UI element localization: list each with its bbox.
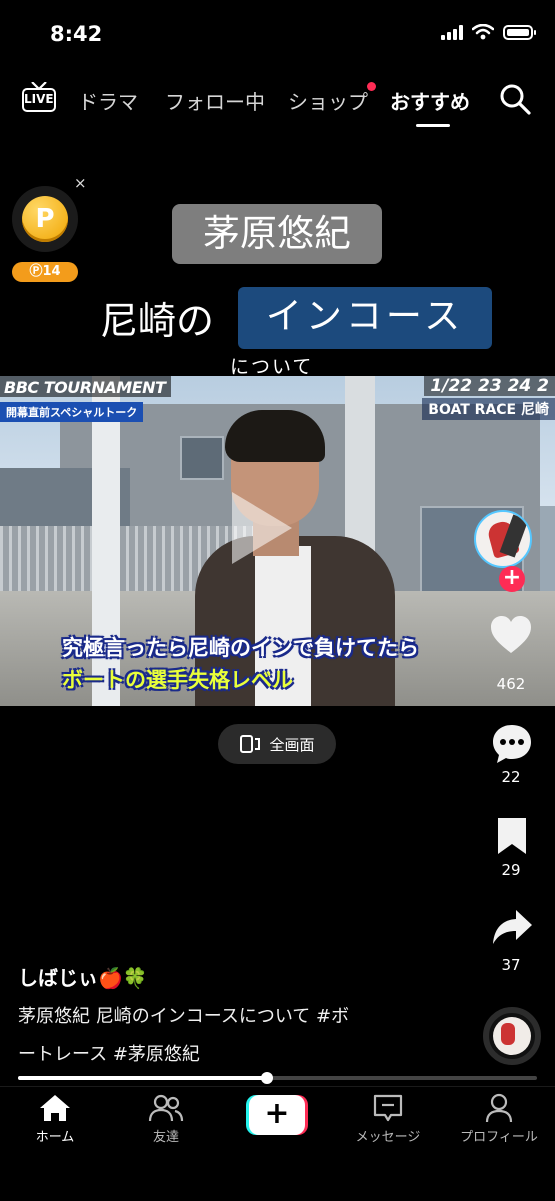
video-caption-line2: ボートの選手失格レベル	[62, 668, 293, 692]
wifi-icon	[472, 24, 494, 40]
search-icon[interactable]	[498, 82, 532, 116]
shop-notification-dot	[367, 82, 376, 91]
bookmark-icon[interactable]	[494, 816, 530, 856]
post-caption-line2: ートレース #茅原悠紀	[18, 1044, 200, 1065]
comment-icon[interactable]	[490, 722, 534, 766]
battery-icon	[503, 24, 536, 40]
play-icon[interactable]	[232, 492, 292, 564]
active-tab-indicator	[416, 124, 450, 127]
overlay-line3: について	[230, 356, 314, 378]
creator-avatar[interactable]	[474, 510, 532, 568]
bottom-nav: ホーム 友達 + メッセージ プロフィール	[0, 1086, 555, 1201]
heart-icon[interactable]	[488, 612, 534, 658]
video-dates: 1/22 23 24 2	[424, 376, 555, 396]
home-icon	[40, 1095, 70, 1121]
post-username[interactable]: しばじぃ🍎🍀	[18, 962, 148, 991]
video-caption-line1: 究極言ったら尼崎のインで負けてたら	[62, 636, 419, 660]
coin-reward-widget[interactable]: P	[12, 186, 78, 252]
fullscreen-button[interactable]: 全画面	[218, 724, 336, 764]
nav-home[interactable]: ホーム	[0, 1093, 110, 1145]
music-disc[interactable]	[483, 1007, 541, 1065]
tab-shop[interactable]: ショップ	[288, 86, 368, 115]
nav-messages-label: メッセージ	[355, 1130, 421, 1145]
video-person	[195, 410, 395, 706]
coin-count-prefix: Ⓟ	[29, 264, 43, 279]
fullscreen-icon	[240, 735, 261, 753]
like-count: 462	[496, 675, 526, 693]
signal-icon	[441, 24, 463, 40]
comment-count: 22	[501, 768, 521, 786]
status-icons	[441, 24, 536, 40]
video-venue: BOAT RACE 尼崎	[422, 398, 555, 420]
coin-icon: P	[22, 196, 68, 242]
nav-messages[interactable]: メッセージ	[333, 1093, 443, 1145]
video-player[interactable]: BBC TOURNAMENT 開幕直前スペシャルトーク 1/22 23 24 2…	[0, 376, 555, 706]
tab-following[interactable]: フォロー中	[165, 86, 265, 115]
nav-profile[interactable]: プロフィール	[444, 1093, 554, 1145]
fullscreen-label: 全画面	[269, 735, 315, 754]
post-caption-line1: 茅原悠紀 尼崎のインコースについて #ボ	[18, 1006, 350, 1027]
progress-fill	[18, 1076, 267, 1080]
nav-home-label: ホーム	[35, 1130, 75, 1145]
bookmark-count: 29	[501, 861, 521, 879]
live-button[interactable]: LIVE	[20, 80, 60, 120]
nav-profile-label: プロフィール	[460, 1130, 538, 1145]
overlay-line2-prefix: 尼崎の	[100, 299, 215, 343]
video-broadcast-title: BBC TOURNAMENT	[0, 376, 172, 397]
nav-friends[interactable]: 友達	[111, 1093, 221, 1145]
status-time: 8:42	[50, 22, 103, 46]
coin-count-badge: Ⓟ14	[12, 262, 78, 282]
coin-count-value: 14	[42, 264, 61, 279]
create-button[interactable]: +	[246, 1095, 308, 1135]
video-subtitle-badge: 開幕直前スペシャルトーク	[0, 402, 144, 422]
tab-drama[interactable]: ドラマ	[78, 86, 138, 115]
progress-knob[interactable]	[261, 1072, 273, 1084]
overlay-line2-highlight: インコース	[238, 287, 492, 349]
profile-icon	[485, 1093, 513, 1123]
message-icon	[373, 1094, 403, 1122]
nav-friends-label: 友達	[152, 1130, 179, 1145]
create-plus-icon: +	[249, 1095, 305, 1135]
live-label: LIVE	[24, 92, 54, 106]
friends-icon	[148, 1094, 184, 1122]
share-count: 37	[501, 956, 521, 974]
overlay-title: 茅原悠紀	[172, 204, 382, 264]
post-caption[interactable]: 茅原悠紀 尼崎のインコースについて #ボ ートレース #茅原悠紀	[18, 998, 438, 1074]
follow-plus-icon[interactable]: +	[499, 566, 525, 592]
coin-close-icon[interactable]: ×	[74, 174, 87, 192]
share-icon[interactable]	[490, 906, 534, 950]
tab-for-you[interactable]: おすすめ	[390, 86, 470, 115]
